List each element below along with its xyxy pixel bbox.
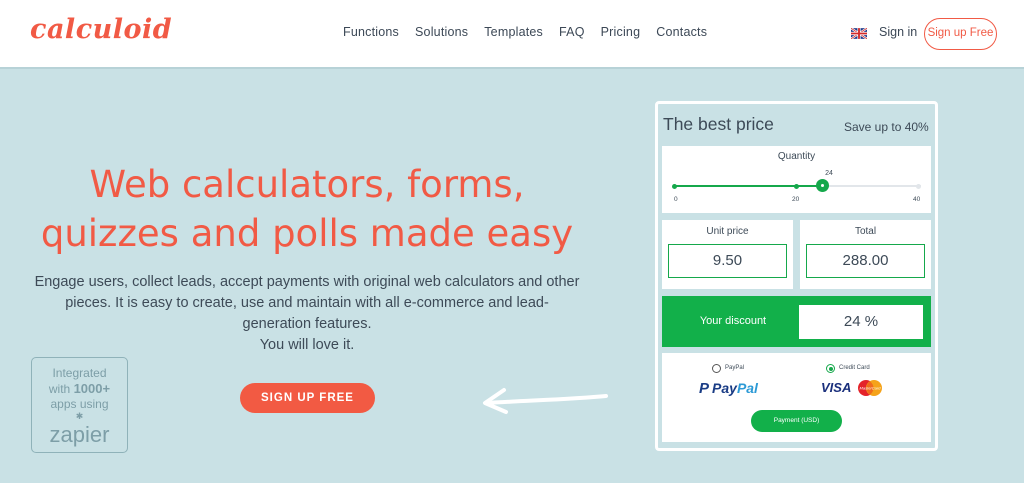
payment-button[interactable]: Payment (USD) xyxy=(751,410,842,432)
hero-sign-up-button[interactable]: SIGN UP FREE xyxy=(240,383,375,413)
discount-label: Your discount xyxy=(699,315,767,327)
total-label: Total xyxy=(854,226,877,237)
nav-faq[interactable]: FAQ xyxy=(559,25,585,39)
calculoid-logo[interactable]: calculoid xyxy=(30,14,172,45)
slider-dot-max xyxy=(916,183,921,189)
nav-templates[interactable]: Templates xyxy=(484,25,543,39)
quantity-label: Quantity xyxy=(777,151,816,162)
slider-dot-mid xyxy=(793,183,799,189)
paypal-logo[interactable]: P PayPal xyxy=(699,380,758,397)
total-panel: Total 288.00 xyxy=(800,220,931,289)
hand-drawn-arrow-icon xyxy=(483,388,608,414)
uk-flag-icon[interactable] xyxy=(851,28,867,39)
hero-title: Web calculators, forms, quizzes and poll… xyxy=(0,160,614,258)
unit-price-field[interactable]: 9.50 xyxy=(668,244,787,278)
paypal-logo-pal: Pal xyxy=(736,380,758,396)
sign-in-link[interactable]: Sign in xyxy=(879,25,917,39)
zapier-line2-pre: with xyxy=(48,382,74,396)
tick-label-max: 40 xyxy=(913,196,921,203)
zapier-line1: Integrated xyxy=(52,366,107,380)
nav-contacts[interactable]: Contacts xyxy=(656,25,707,39)
zapier-line2: with 1000+ xyxy=(32,381,127,397)
hero-desc-line4: You will love it. xyxy=(259,337,355,353)
card-title: The best price xyxy=(663,114,774,134)
quantity-panel: Quantity 24 0 20 40 xyxy=(662,146,931,213)
slider-dot-min xyxy=(672,183,677,189)
discount-field[interactable]: 24 % xyxy=(799,305,923,339)
hero-title-line2: quizzes and polls made easy xyxy=(40,212,574,255)
zapier-star-icon: ✱ xyxy=(75,411,84,421)
mastercard-logo-icon[interactable]: MasterCard xyxy=(856,379,884,397)
nav-pricing[interactable]: Pricing xyxy=(601,25,641,39)
zapier-count: 1000+ xyxy=(73,381,111,396)
top-header: calculoid Functions Solutions Templates … xyxy=(0,0,1024,69)
hero-desc-line2: pieces. It is easy to create, use and ma… xyxy=(65,295,549,311)
quantity-slider-fill xyxy=(674,185,823,187)
paypal-radio[interactable] xyxy=(712,364,721,373)
card-save-text: Save up to 40% xyxy=(844,120,929,134)
nav-solutions[interactable]: Solutions xyxy=(415,25,468,39)
credit-card-radio-label: Credit Card xyxy=(839,365,870,371)
zapier-logo: zapier xyxy=(49,422,110,447)
zapier-badge[interactable]: Integrated with 1000+ apps using ✱ zapie… xyxy=(31,357,128,453)
hero-desc-line3: generation features. xyxy=(242,316,372,332)
paypal-p-icon: P xyxy=(699,380,710,397)
main-nav: Functions Solutions Templates FAQ Pricin… xyxy=(343,25,723,39)
paypal-logo-pay: Pay xyxy=(712,380,737,396)
mastercard-logo-text: MasterCard xyxy=(860,386,882,391)
quantity-value-label: 24 xyxy=(825,170,833,177)
quantity-slider-thumb[interactable] xyxy=(815,179,829,192)
unit-price-panel: Unit price 9.50 xyxy=(662,220,793,289)
tick-label-mid: 20 xyxy=(792,196,800,203)
tick-label-min: 0 xyxy=(674,196,678,203)
nav-functions[interactable]: Functions xyxy=(343,25,399,39)
visa-logo[interactable]: VISA xyxy=(821,380,851,395)
discount-panel: Your discount 24 % xyxy=(662,296,931,347)
paypal-radio-label: PayPal xyxy=(725,365,745,371)
unit-price-label: Unit price xyxy=(706,226,749,237)
sign-up-free-button[interactable]: Sign up Free xyxy=(924,18,997,50)
hero-title-line1: Web calculators, forms, xyxy=(89,163,525,206)
credit-card-radio[interactable] xyxy=(826,364,835,373)
total-field[interactable]: 288.00 xyxy=(806,244,925,278)
zapier-line3: apps using xyxy=(50,397,109,411)
hero-description: Engage users, collect leads, accept paym… xyxy=(20,272,594,356)
hero-desc-line1: Engage users, collect leads, accept paym… xyxy=(34,274,580,290)
payment-panel: PayPal Credit Card P PayPal VISA MasterCa… xyxy=(662,353,931,442)
